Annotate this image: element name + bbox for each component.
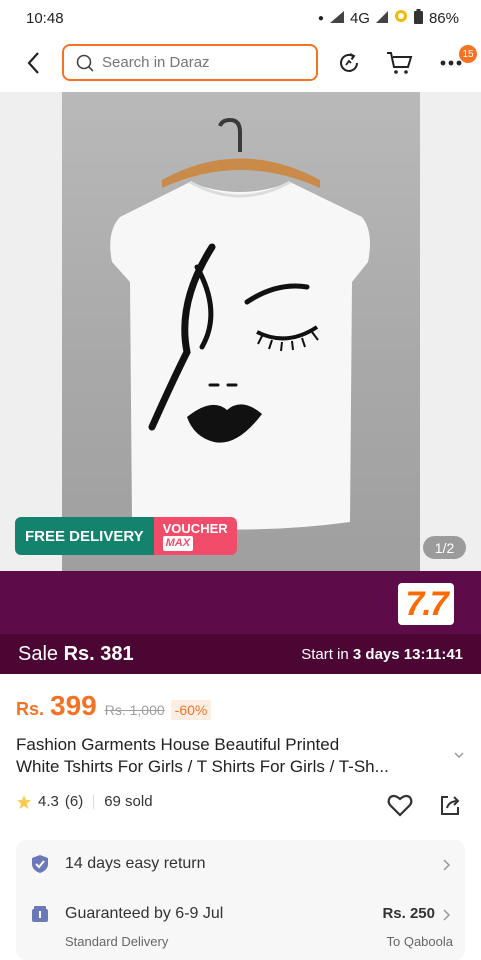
rating-row[interactable]: 4.3 (6) 69 sold — [16, 793, 153, 810]
product-gallery[interactable]: FREE DELIVERY VOUCHER MAX 1/2 — [0, 92, 481, 571]
sold-count: 69 sold — [104, 793, 153, 810]
chevron-right-icon — [443, 909, 451, 921]
search-icon — [76, 54, 94, 72]
flash-sale-bar: Sale Rs. 381 Start in 3 days 13:11:41 — [0, 634, 481, 674]
sale-price-text: Sale Rs. 381 — [18, 643, 301, 666]
delivery-type: Standard Delivery — [65, 934, 169, 949]
return-policy-row[interactable]: 14 days easy return — [16, 854, 465, 890]
countdown-prefix: Start in — [301, 645, 349, 663]
delivery-fee: Rs. 250 — [382, 905, 435, 922]
battery-level: 86% — [428, 9, 459, 27]
product-title-line1: Fashion Garments House Beautiful Printed — [16, 735, 340, 754]
delivery-destination: To Qaboola — [386, 934, 454, 949]
discount-badge: -60% — [170, 700, 212, 720]
heart-icon — [387, 794, 413, 817]
campaign-logo: 7.7 — [398, 583, 454, 625]
signal-icon — [329, 10, 344, 27]
free-delivery-badge: FREE DELIVERY — [15, 517, 154, 555]
more-dots-icon — [440, 60, 462, 66]
product-title: Fashion Garments House Beautiful Printed… — [16, 734, 460, 778]
tshirt-illustration — [110, 117, 370, 530]
network-type: 4G — [349, 9, 370, 27]
battery-icon — [413, 8, 423, 28]
delivery-guarantee: Guaranteed by 6-9 Jul — [65, 905, 224, 922]
dot-icon: ● — [317, 12, 324, 24]
search-bar[interactable] — [62, 44, 318, 81]
status-time: 10:48 — [26, 9, 64, 27]
voucher-max-badge: VOUCHER MAX — [153, 517, 237, 555]
chevron-right-icon — [443, 859, 451, 871]
back-arrow-icon — [27, 52, 39, 74]
countdown-days: 3 days — [352, 645, 400, 663]
status-bar: 10:48 ● 4G 86% — [0, 0, 481, 36]
sale-label: Sale — [18, 642, 59, 665]
original-price: Rs. 1,000 — [104, 702, 165, 718]
status-icons: ● 4G 86% — [317, 8, 459, 28]
share-icon — [441, 796, 460, 815]
delivery-row[interactable]: Guaranteed by 6-9 Jul Standard Delivery … — [16, 904, 465, 960]
price-amount: 399 — [50, 690, 97, 721]
wishlist-button[interactable] — [386, 791, 414, 819]
promo-badges: FREE DELIVERY VOUCHER MAX — [15, 517, 237, 555]
signal-icon-2 — [375, 10, 388, 27]
search-input[interactable] — [102, 54, 302, 71]
campaign-banner[interactable]: 7.7 Sale Rs. 381 Start in 3 days 13:11:4… — [0, 571, 481, 674]
cart-count-badge: 15 — [459, 45, 477, 63]
rating-score: 4.3 — [38, 793, 59, 810]
cart-button[interactable] — [384, 48, 414, 78]
share-refresh-button[interactable] — [334, 48, 364, 78]
back-button[interactable] — [18, 48, 48, 78]
rating-divider — [93, 794, 95, 809]
price-currency: Rs. — [16, 699, 45, 719]
product-title-line2: White Tshirts For Girls / T Shirts For G… — [16, 757, 389, 776]
image-counter: 1/2 — [423, 536, 466, 559]
data-saver-icon — [394, 9, 408, 27]
return-policy-label: 14 days easy return — [65, 855, 206, 872]
sale-price: Rs. 381 — [63, 642, 134, 665]
voucher-max-label: MAX — [162, 536, 194, 551]
rating-count: (6) — [64, 793, 84, 810]
star-icon — [17, 794, 31, 809]
expand-title-chevron-icon[interactable] — [452, 748, 466, 762]
shield-check-icon — [32, 855, 48, 873]
share-button[interactable] — [436, 791, 464, 819]
countdown-time: 13:11:41 — [403, 645, 463, 663]
delivery-box-icon — [32, 906, 48, 922]
sale-countdown: Start in 3 days 13:11:41 — [301, 646, 463, 663]
refresh-icon — [340, 53, 358, 72]
price-row: Rs. 399 Rs. 1,000 -60% — [16, 690, 212, 722]
product-image[interactable] — [62, 92, 420, 571]
campaign-banner-top: 7.7 — [0, 571, 481, 634]
services-panel: 14 days easy return Guaranteed by 6-9 Ju… — [16, 840, 465, 960]
top-header — [0, 40, 481, 86]
voucher-label: VOUCHER — [162, 521, 228, 536]
cart-icon — [387, 52, 413, 74]
